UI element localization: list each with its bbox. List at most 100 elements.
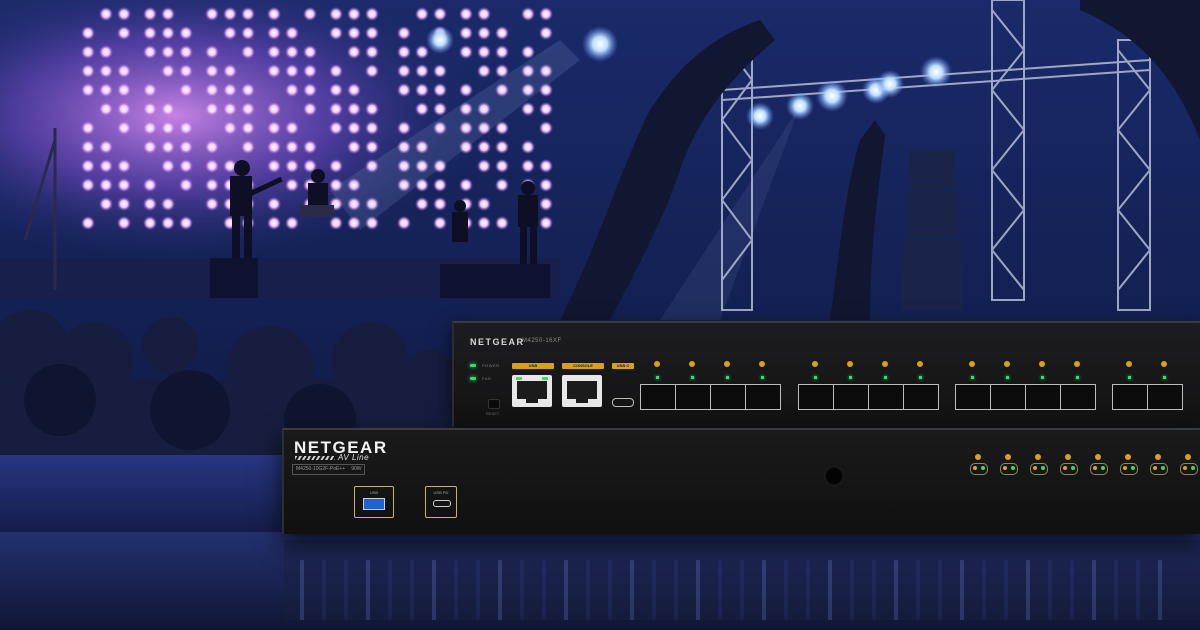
stage-bulb — [223, 26, 237, 40]
stage-bulb — [433, 7, 447, 21]
stage-bulb — [99, 45, 113, 59]
stage-bulb — [267, 140, 281, 154]
stage-bulb — [117, 197, 131, 211]
stage-bulb — [539, 26, 553, 40]
reflection-bar — [1158, 560, 1162, 620]
reflection-bar — [476, 560, 480, 620]
stage-bulb — [477, 45, 491, 59]
stage-bulb — [143, 197, 157, 211]
stage-bulb — [117, 102, 131, 116]
stage-bulb — [143, 178, 157, 192]
stage-bulb — [285, 64, 299, 78]
reflection-bar — [784, 560, 788, 620]
reflection-bar — [630, 560, 634, 620]
stage-bulb — [539, 197, 553, 211]
reflection-bar — [674, 560, 678, 620]
stage-bulb — [241, 121, 255, 135]
stage-bulb — [143, 26, 157, 40]
speaker-stack — [902, 150, 962, 310]
stage-bulb — [539, 178, 553, 192]
stage-bulb — [329, 102, 343, 116]
stage-bulb — [397, 64, 411, 78]
stage-bulb — [347, 83, 361, 97]
stage-bulb — [285, 140, 299, 154]
stage-bulb — [365, 45, 379, 59]
stage-bulb — [161, 140, 175, 154]
stage-bulb — [81, 140, 95, 154]
stage-bulb — [329, 83, 343, 97]
stage-bulb — [179, 45, 193, 59]
stage-bulb — [267, 197, 281, 211]
reflection-bar — [366, 560, 370, 620]
stage-bulb — [117, 26, 131, 40]
stage-bulb — [205, 159, 219, 173]
stage-bulb — [241, 7, 255, 21]
stage-bulb — [521, 45, 535, 59]
stage-bulb — [415, 45, 429, 59]
stage-bulb — [459, 178, 473, 192]
stage-bulb — [81, 121, 95, 135]
stage-bulb — [303, 140, 317, 154]
stage-bulb — [539, 121, 553, 135]
stage-bulb — [303, 7, 317, 21]
stage-bulb — [179, 140, 193, 154]
stage-bulb — [433, 64, 447, 78]
stage-bulb — [347, 102, 361, 116]
reflection-bar — [850, 560, 854, 620]
stage-bulb — [179, 159, 193, 173]
stage-bulb — [143, 7, 157, 21]
stage-bulb — [205, 178, 219, 192]
reflection-bar — [498, 560, 502, 620]
reflection-bar — [608, 560, 612, 620]
stage-bulb — [205, 7, 219, 21]
stage-bulb — [117, 178, 131, 192]
stage-bulb — [81, 159, 95, 173]
stage-bulb — [521, 102, 535, 116]
reflection-bar — [454, 560, 458, 620]
stage-bulb — [161, 121, 175, 135]
stage-bulb — [143, 83, 157, 97]
stage-bulb — [397, 45, 411, 59]
switch-reflection — [284, 540, 1200, 620]
stage-bulb — [267, 121, 281, 135]
stage-bulb — [415, 197, 429, 211]
stage-bulb — [347, 45, 361, 59]
reflection-bar — [1026, 560, 1030, 620]
reflection-bar — [696, 560, 700, 620]
stage-bulb — [267, 216, 281, 230]
stage-bulb — [81, 26, 95, 40]
stage-bulb — [117, 83, 131, 97]
reflection-bar — [1070, 560, 1074, 620]
stage-bulb — [495, 26, 509, 40]
stage-bulb — [81, 64, 95, 78]
stage-bulb — [285, 26, 299, 40]
stage-bulb — [241, 26, 255, 40]
reflection-bar — [432, 560, 436, 620]
stage-bulb — [433, 216, 447, 230]
stage-bulb — [205, 64, 219, 78]
stage-bulb — [117, 7, 131, 21]
stage-bulb — [143, 140, 157, 154]
stage-bulb — [495, 178, 509, 192]
stage-bulb — [347, 26, 361, 40]
stage-bulb — [117, 121, 131, 135]
stage-bulb — [539, 159, 553, 173]
stage-bulb — [205, 197, 219, 211]
reflection-bar — [1092, 560, 1096, 620]
stage-bulb — [99, 178, 113, 192]
stage-bulb — [477, 7, 491, 21]
stage-bulb — [99, 102, 113, 116]
stage-bulb — [433, 197, 447, 211]
stage-bulb — [99, 83, 113, 97]
stage-bulb — [347, 121, 361, 135]
stage-bulb — [303, 45, 317, 59]
stage-bulb — [303, 64, 317, 78]
reflection-bar — [916, 560, 920, 620]
stage-bulb — [223, 121, 237, 135]
stage-bulb — [285, 216, 299, 230]
stage-bulb — [347, 7, 361, 21]
stage-bulb — [285, 83, 299, 97]
stage-bulb — [241, 83, 255, 97]
stage-bulb — [267, 159, 281, 173]
stage-bulb — [205, 45, 219, 59]
